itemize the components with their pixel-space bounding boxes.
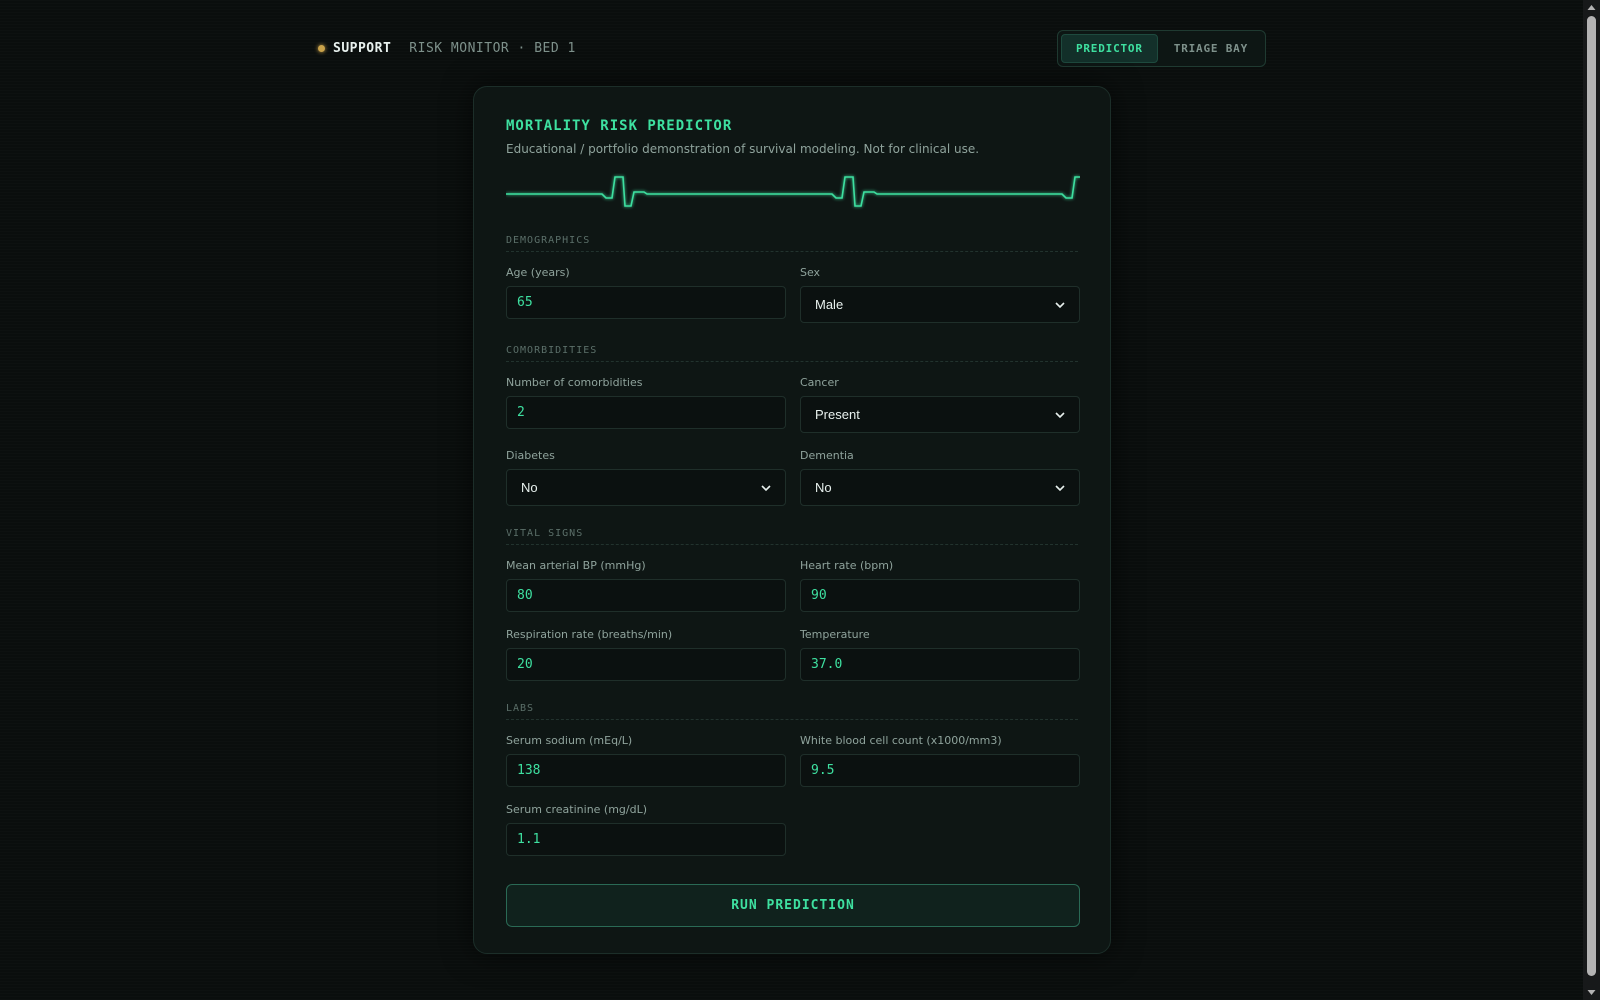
cancer-select[interactable]: Present xyxy=(800,396,1080,433)
temperature-label: Temperature xyxy=(800,628,870,641)
nav-tabs: PREDICTOR TRIAGE BAY xyxy=(1056,29,1266,67)
resp-rate-input[interactable]: 20 xyxy=(506,648,786,681)
mean-bp-field: Mean arterial BP (mmHg) 80 xyxy=(506,559,786,612)
sex-select[interactable]: Male xyxy=(800,286,1080,323)
comorbidities-grid: Number of comorbidities 2 Cancer Present… xyxy=(506,376,1080,506)
mean-bp-input[interactable]: 80 xyxy=(506,579,786,612)
creatinine-field: Serum creatinine (mg/dL) 1.1 xyxy=(506,803,786,856)
ecg-waveform-icon xyxy=(506,176,1080,207)
section-demographics: DEMOGRAPHICS xyxy=(506,235,1078,252)
section-comorbidities: COMORBIDITIES xyxy=(506,345,1078,362)
top-bar: SUPPORT RISK MONITOR · BED 1 PREDICTOR T… xyxy=(318,29,1266,67)
tab-predictor[interactable]: PREDICTOR xyxy=(1060,33,1158,63)
sex-select-value: Male xyxy=(815,297,844,312)
num-comorbidities-label: Number of comorbidities xyxy=(506,376,643,389)
creatinine-input[interactable]: 1.1 xyxy=(506,823,786,856)
brand: SUPPORT RISK MONITOR · BED 1 xyxy=(318,41,576,56)
section-labs: LABS xyxy=(506,703,1078,720)
dementia-field: Dementia No xyxy=(800,449,1080,506)
num-comorbidities-input[interactable]: 2 xyxy=(506,396,786,429)
cancer-label: Cancer xyxy=(800,376,839,389)
num-comorbidities-field: Number of comorbidities 2 xyxy=(506,376,786,433)
page-title: MORTALITY RISK PREDICTOR xyxy=(506,118,733,134)
wbc-input[interactable]: 9.5 xyxy=(800,754,1080,787)
tab-triage-bay[interactable]: TRIAGE BAY xyxy=(1160,35,1262,62)
predictor-card: MORTALITY RISK PREDICTOR Educational / p… xyxy=(473,86,1111,954)
scroll-thumb[interactable] xyxy=(1587,16,1596,976)
status-dot-icon xyxy=(318,44,325,52)
temperature-field: Temperature 37.0 xyxy=(800,628,1080,681)
labs-grid: Serum sodium (mEq/L) 138 White blood cel… xyxy=(506,734,1080,856)
sex-label: Sex xyxy=(800,266,821,279)
section-vital-signs: VITAL SIGNS xyxy=(506,528,1078,545)
temperature-input[interactable]: 37.0 xyxy=(800,648,1080,681)
chevron-down-icon xyxy=(1055,301,1065,308)
brand-name: SUPPORT xyxy=(333,40,392,56)
heart-rate-label: Heart rate (bpm) xyxy=(800,559,894,572)
age-field: Age (years) 65 xyxy=(506,266,786,323)
scroll-down-arrow-icon[interactable] xyxy=(1587,988,1596,997)
dementia-label: Dementia xyxy=(800,449,854,462)
dementia-select[interactable]: No xyxy=(800,469,1080,506)
age-input[interactable]: 65 xyxy=(506,286,786,319)
resp-rate-field: Respiration rate (breaths/min) 20 xyxy=(506,628,786,681)
chevron-down-icon xyxy=(1055,411,1065,418)
diabetes-label: Diabetes xyxy=(506,449,555,462)
sex-field: Sex Male xyxy=(800,266,1080,323)
page-subtitle: Educational / portfolio demonstration of… xyxy=(506,142,980,156)
scrollbar[interactable] xyxy=(1583,0,1600,1000)
resp-rate-label: Respiration rate (breaths/min) xyxy=(506,628,673,641)
demographics-grid: Age (years) 65 Sex Male xyxy=(506,266,1080,323)
chevron-down-icon xyxy=(761,484,771,491)
cancer-select-value: Present xyxy=(815,407,860,422)
wbc-field: White blood cell count (x1000/mm3) 9.5 xyxy=(800,734,1080,787)
heart-rate-field: Heart rate (bpm) 90 xyxy=(800,559,1080,612)
sodium-input[interactable]: 138 xyxy=(506,754,786,787)
dementia-select-value: No xyxy=(815,480,832,495)
age-label: Age (years) xyxy=(506,266,570,279)
heart-rate-input[interactable]: 90 xyxy=(800,579,1080,612)
scroll-up-arrow-icon[interactable] xyxy=(1587,3,1596,12)
mean-bp-label: Mean arterial BP (mmHg) xyxy=(506,559,646,572)
diabetes-select-value: No xyxy=(521,480,538,495)
wbc-label: White blood cell count (x1000/mm3) xyxy=(800,734,1002,747)
diabetes-select[interactable]: No xyxy=(506,469,786,506)
sodium-field: Serum sodium (mEq/L) 138 xyxy=(506,734,786,787)
vitals-grid: Mean arterial BP (mmHg) 80 Heart rate (b… xyxy=(506,559,1080,681)
chevron-down-icon xyxy=(1055,484,1065,491)
sodium-label: Serum sodium (mEq/L) xyxy=(506,734,633,747)
diabetes-field: Diabetes No xyxy=(506,449,786,506)
cancer-field: Cancer Present xyxy=(800,376,1080,433)
run-prediction-button[interactable]: RUN PREDICTION xyxy=(506,884,1080,927)
creatinine-label: Serum creatinine (mg/dL) xyxy=(506,803,648,816)
brand-subtitle: RISK MONITOR · BED 1 xyxy=(409,40,576,56)
